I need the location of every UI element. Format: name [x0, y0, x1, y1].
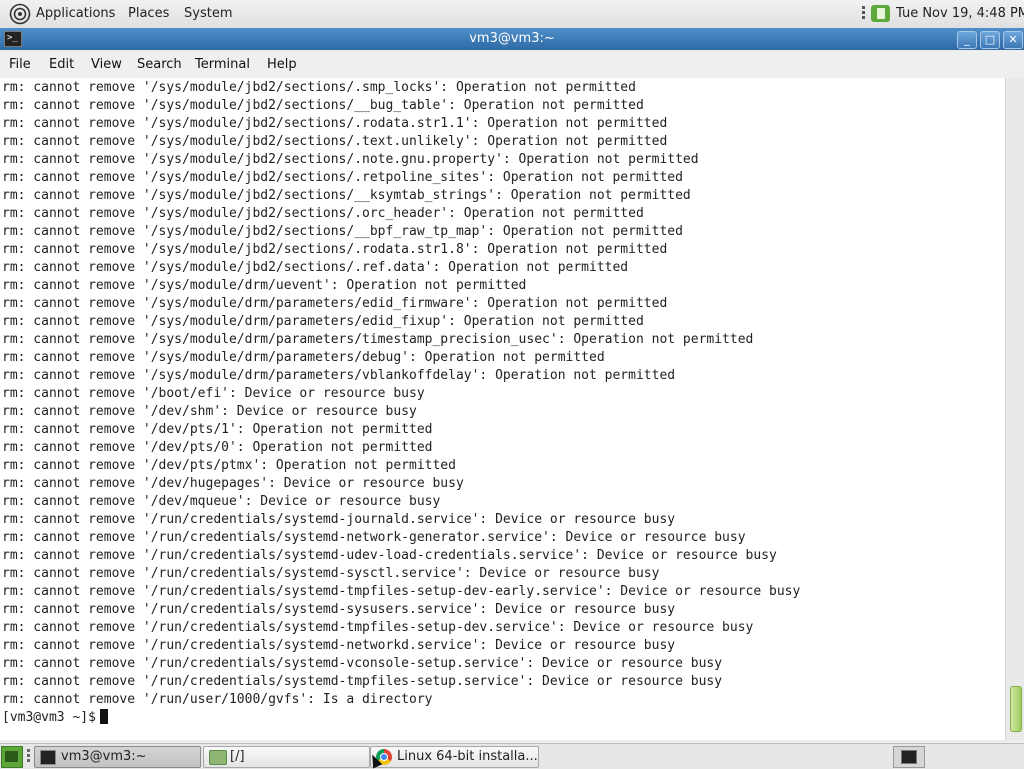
terminal-output[interactable]: rm: cannot remove '/sys/module/jbd2/sect…: [0, 78, 1005, 740]
terminal-line: rm: cannot remove '/dev/hugepages': Devi…: [2, 476, 464, 491]
terminal-line: rm: cannot remove '/dev/pts/ptmx': Opera…: [2, 458, 456, 473]
task-label: [/]: [230, 749, 245, 764]
terminal-line: rm: cannot remove '/run/credentials/syst…: [2, 512, 676, 527]
os-logo-icon[interactable]: [9, 3, 31, 25]
terminal-line: rm: cannot remove '/run/credentials/syst…: [2, 530, 746, 545]
maximize-button[interactable]: □: [980, 31, 1000, 49]
terminal-line: rm: cannot remove '/dev/pts/1': Operatio…: [2, 422, 433, 437]
menu-file[interactable]: File: [9, 57, 31, 72]
terminal-line: rm: cannot remove '/sys/module/jbd2/sect…: [2, 206, 644, 221]
top-panel: Applications Places System Tue Nov 19, 4…: [0, 0, 1024, 29]
menubar: File Edit View Search Terminal Help: [0, 51, 1024, 77]
terminal-line: rm: cannot remove '/sys/module/jbd2/sect…: [2, 224, 683, 239]
close-button[interactable]: ✕: [1003, 31, 1023, 49]
terminal-line: rm: cannot remove '/sys/module/jbd2/sect…: [2, 152, 699, 167]
terminal-line: rm: cannot remove '/sys/module/jbd2/sect…: [2, 170, 683, 185]
shell-prompt: [vm3@vm3 ~]$: [2, 710, 96, 725]
terminal-line: rm: cannot remove '/sys/module/jbd2/sect…: [2, 242, 668, 257]
menu-help[interactable]: Help: [267, 57, 297, 72]
terminal-line: rm: cannot remove '/sys/module/jbd2/sect…: [2, 260, 629, 275]
text-cursor: [99, 709, 108, 724]
terminal-icon: [901, 750, 917, 764]
terminal-line: rm: cannot remove '/dev/shm': Device or …: [2, 404, 417, 419]
folder-icon: [209, 750, 227, 765]
terminal-line: rm: cannot remove '/sys/module/jbd2/sect…: [2, 98, 644, 113]
terminal-line: rm: cannot remove '/sys/module/jbd2/sect…: [2, 80, 636, 95]
terminal-line: rm: cannot remove '/sys/module/jbd2/sect…: [2, 188, 691, 203]
menu-terminal[interactable]: Terminal: [195, 57, 250, 72]
show-desktop-icon[interactable]: [1, 746, 23, 768]
taskbar-grip-icon: [27, 749, 30, 764]
task-label: Linux 64-bit installa...: [397, 749, 538, 764]
window-titlebar[interactable]: >_ vm3@vm3:~ _ □ ✕: [0, 28, 1024, 50]
terminal-prompt-line[interactable]: [vm3@vm3 ~]$: [2, 709, 800, 727]
terminal-lines: rm: cannot remove '/sys/module/jbd2/sect…: [2, 79, 800, 727]
panel-grip-icon: [862, 6, 865, 21]
task-terminal[interactable]: vm3@vm3:~: [34, 746, 201, 768]
terminal-line: rm: cannot remove '/dev/mqueue': Device …: [2, 494, 441, 509]
terminal-line: rm: cannot remove '/sys/module/drm/param…: [2, 314, 644, 329]
menu-search[interactable]: Search: [137, 57, 182, 72]
clock[interactable]: Tue Nov 19, 4:48 PM: [896, 6, 1024, 21]
menu-view[interactable]: View: [91, 57, 122, 72]
places-menu[interactable]: Places: [128, 6, 169, 21]
window-title: vm3@vm3:~: [469, 31, 555, 46]
terminal-line: rm: cannot remove '/sys/module/drm/param…: [2, 296, 668, 311]
terminal-scrollbar[interactable]: [1005, 78, 1024, 740]
task-browser[interactable]: Linux 64-bit installa...: [370, 746, 539, 768]
task-label: vm3@vm3:~: [61, 749, 147, 764]
applications-menu[interactable]: Applications: [36, 6, 115, 21]
terminal-line: rm: cannot remove '/run/credentials/syst…: [2, 656, 723, 671]
terminal-line: rm: cannot remove '/run/credentials/syst…: [2, 602, 676, 617]
workspace-switcher[interactable]: [893, 746, 925, 768]
system-menu[interactable]: System: [184, 6, 232, 21]
terminal-line: rm: cannot remove '/sys/module/drm/param…: [2, 332, 754, 347]
terminal-line: rm: cannot remove '/run/credentials/syst…: [2, 548, 777, 563]
terminal-icon: [40, 750, 56, 765]
update-notifier-icon[interactable]: [871, 5, 890, 22]
terminal-line: rm: cannot remove '/sys/module/drm/param…: [2, 350, 605, 365]
terminal-line: rm: cannot remove '/run/user/1000/gvfs':…: [2, 692, 433, 707]
terminal-line: rm: cannot remove '/dev/pts/0': Operatio…: [2, 440, 433, 455]
task-file-manager[interactable]: [/]: [203, 746, 370, 768]
terminal-line: rm: cannot remove '/boot/efi': Device or…: [2, 386, 425, 401]
terminal-line: rm: cannot remove '/sys/module/drm/ueven…: [2, 278, 527, 293]
terminal-line: rm: cannot remove '/run/credentials/syst…: [2, 674, 723, 689]
minimize-button[interactable]: _: [957, 31, 977, 49]
terminal-line: rm: cannot remove '/sys/module/drm/param…: [2, 368, 676, 383]
terminal-line: rm: cannot remove '/run/credentials/syst…: [2, 638, 676, 653]
terminal-line: rm: cannot remove '/run/credentials/syst…: [2, 584, 801, 599]
menu-edit[interactable]: Edit: [49, 57, 74, 72]
scrollbar-thumb[interactable]: [1010, 686, 1022, 732]
bottom-taskbar: vm3@vm3:~ [/] Linux 64-bit installa...: [0, 743, 1024, 769]
terminal-line: rm: cannot remove '/sys/module/jbd2/sect…: [2, 116, 668, 131]
terminal-line: rm: cannot remove '/sys/module/jbd2/sect…: [2, 134, 668, 149]
terminal-line: rm: cannot remove '/run/credentials/syst…: [2, 566, 660, 581]
terminal-line: rm: cannot remove '/run/credentials/syst…: [2, 620, 754, 635]
